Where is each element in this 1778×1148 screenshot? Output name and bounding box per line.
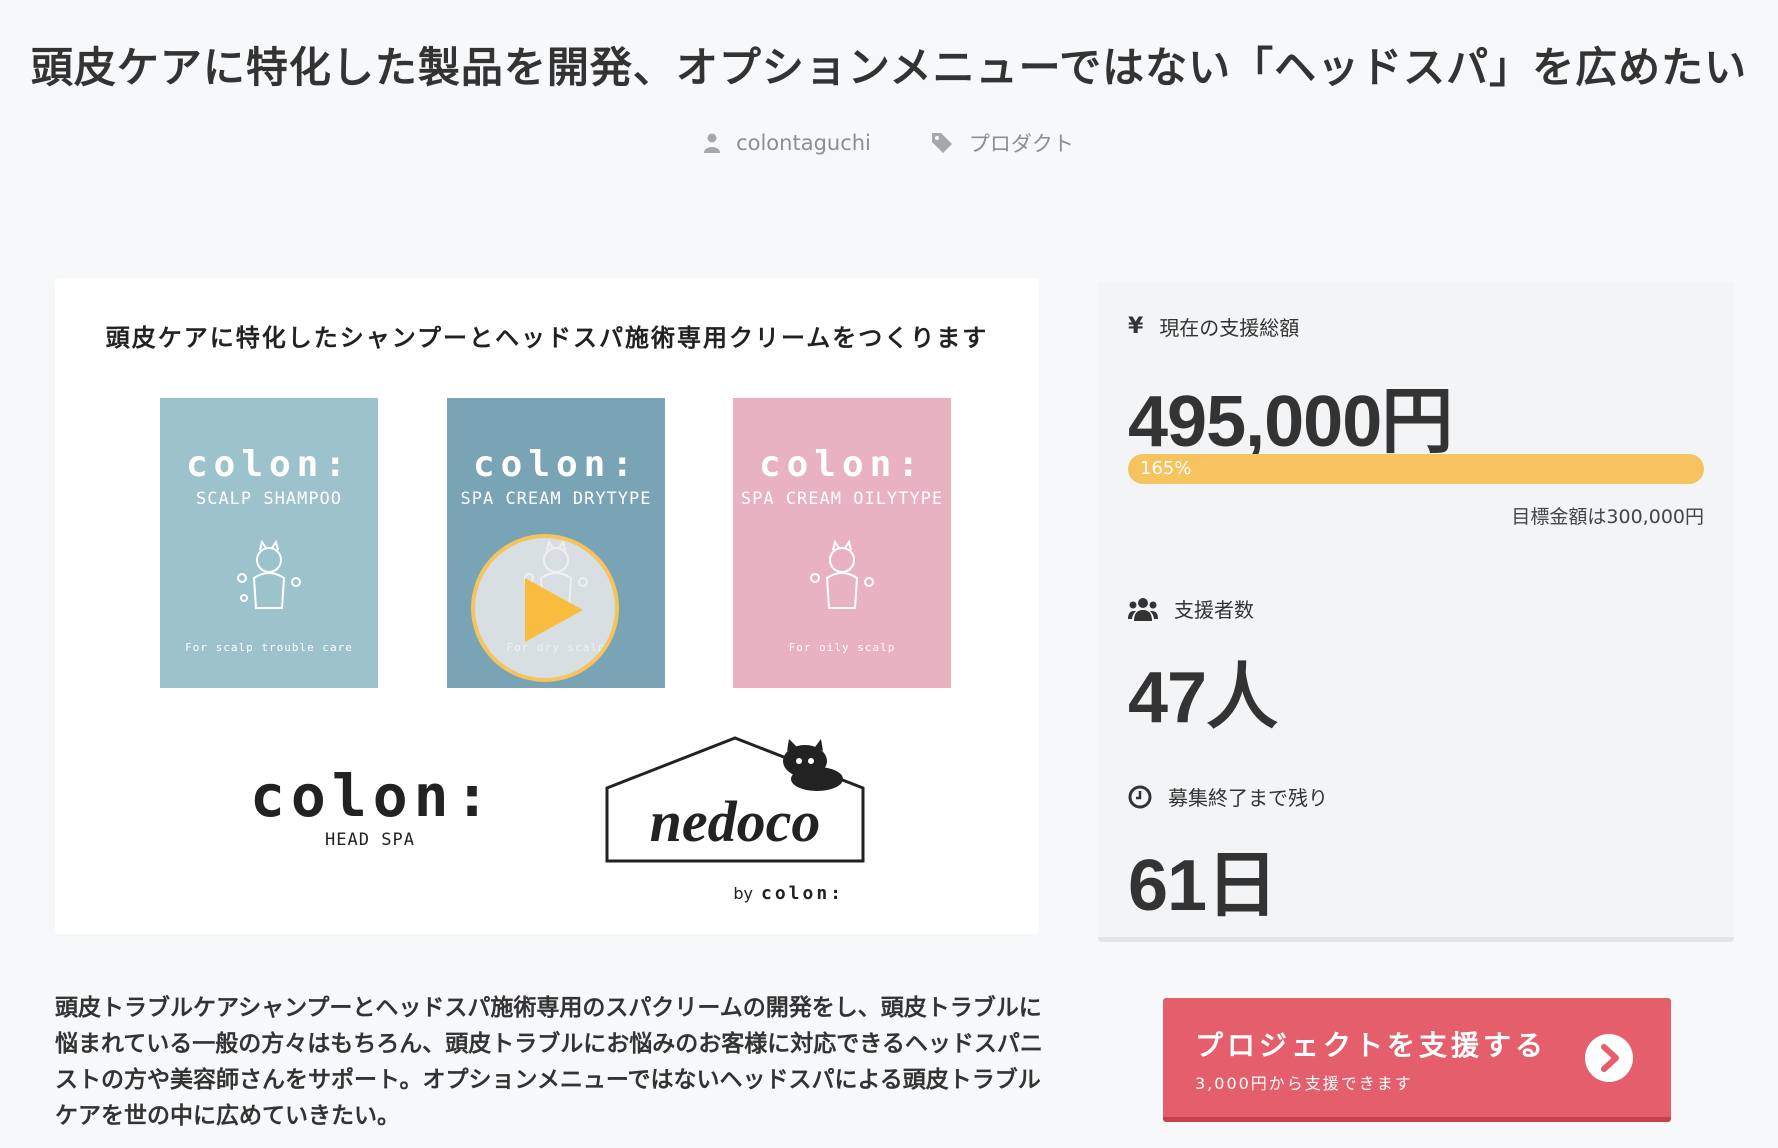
product-name: SPA CREAM DRYTYPE: [460, 489, 652, 509]
cat-icon: [783, 739, 843, 791]
product-card-scalp-shampoo: colon: SCALP SHAMPOO For scalp trouble c…: [160, 398, 378, 688]
project-video[interactable]: 頭皮ケアに特化したシャンプーとヘッドスパ施術専用クリームをつくります colon…: [55, 278, 1039, 934]
supporters-label-row: 支援者数: [1128, 594, 1254, 623]
remaining-label-row: 募集終了まで残り: [1128, 782, 1328, 811]
tag-icon: [931, 133, 952, 153]
play-button[interactable]: [471, 534, 619, 682]
progress-percent: 165%: [1140, 458, 1192, 479]
hero-caption: 頭皮ケアに特化したシャンプーとヘッドスパ施術専用クリームをつくります: [105, 324, 989, 352]
clock-icon: [1128, 785, 1152, 808]
amount-value: 495,000円: [1128, 382, 1453, 462]
goal-amount: 目標金額は300,000円: [1511, 506, 1704, 528]
nedoco-sub: colon:: [761, 883, 844, 904]
nedoco-logo: nedoco by colon:: [605, 736, 865, 904]
funding-stats-panel: ¥ 現在の支援総額 495,000円 165% 目標金額は300,000円 支援…: [1098, 282, 1734, 942]
product-tag: For oily scalp: [788, 641, 896, 654]
project-description: 頭皮トラブルケアシャンプーとヘッドスパ施術専用のスパクリームの開発をし、頭皮トラ…: [55, 995, 1043, 1129]
remaining-value: 61日: [1128, 846, 1278, 926]
amount-label-row: ¥ 現在の支援総額: [1128, 312, 1299, 341]
project-meta: colontaguchi プロダクト: [0, 128, 1778, 158]
mascot-illustration-icon: [810, 539, 874, 609]
nedoco-brand: nedoco: [650, 789, 821, 854]
product-name: SCALP SHAMPOO: [195, 489, 343, 509]
remaining-label: 募集終了まで残り: [1168, 786, 1328, 810]
author-link[interactable]: colontaguchi: [704, 128, 871, 158]
support-button-sub: 3,000円から支援できます: [1195, 1074, 1413, 1093]
colon-head-spa-logo: colon: HEAD SPA: [250, 766, 490, 850]
mascot-illustration-icon: [237, 539, 301, 609]
funding-progress-bar: 165%: [1128, 454, 1704, 484]
category-name: プロダクト: [968, 132, 1074, 156]
users-icon: [1128, 597, 1158, 621]
support-button-label: プロジェクトを支援する: [1195, 1029, 1548, 1062]
product-card-spa-cream-oily: colon: SPA CREAM OILYTYPE For oily scalp: [733, 398, 951, 688]
product-brand: colon:: [758, 444, 926, 485]
supporters-value: 47人: [1128, 658, 1278, 738]
product-brand: colon:: [185, 444, 353, 485]
product-brand: colon:: [472, 444, 640, 485]
product-name: SPA CREAM OILYTYPE: [740, 489, 944, 509]
nedoco-by: by: [733, 884, 753, 903]
logo-sub: HEAD SPA: [325, 830, 415, 850]
amount-label: 現在の支援総額: [1159, 316, 1300, 340]
product-tag: For scalp trouble care: [185, 641, 353, 654]
user-icon: [704, 133, 721, 153]
author-name: colontaguchi: [736, 131, 871, 155]
page-title: 頭皮ケアに特化した製品を開発、オプションメニューではない「ヘッドスパ」を広めたい: [30, 43, 1748, 92]
supporters-label: 支援者数: [1174, 598, 1254, 622]
support-project-button[interactable]: プロジェクトを支援する 3,000円から支援できます: [1163, 998, 1671, 1122]
progress-fill: [1128, 454, 1704, 484]
chevron-right-icon: [1585, 1034, 1633, 1082]
logo-brand: colon:: [250, 762, 496, 830]
yen-icon: ¥: [1128, 314, 1144, 339]
play-icon: [525, 578, 583, 642]
category-link[interactable]: プロダクト: [931, 128, 1074, 158]
